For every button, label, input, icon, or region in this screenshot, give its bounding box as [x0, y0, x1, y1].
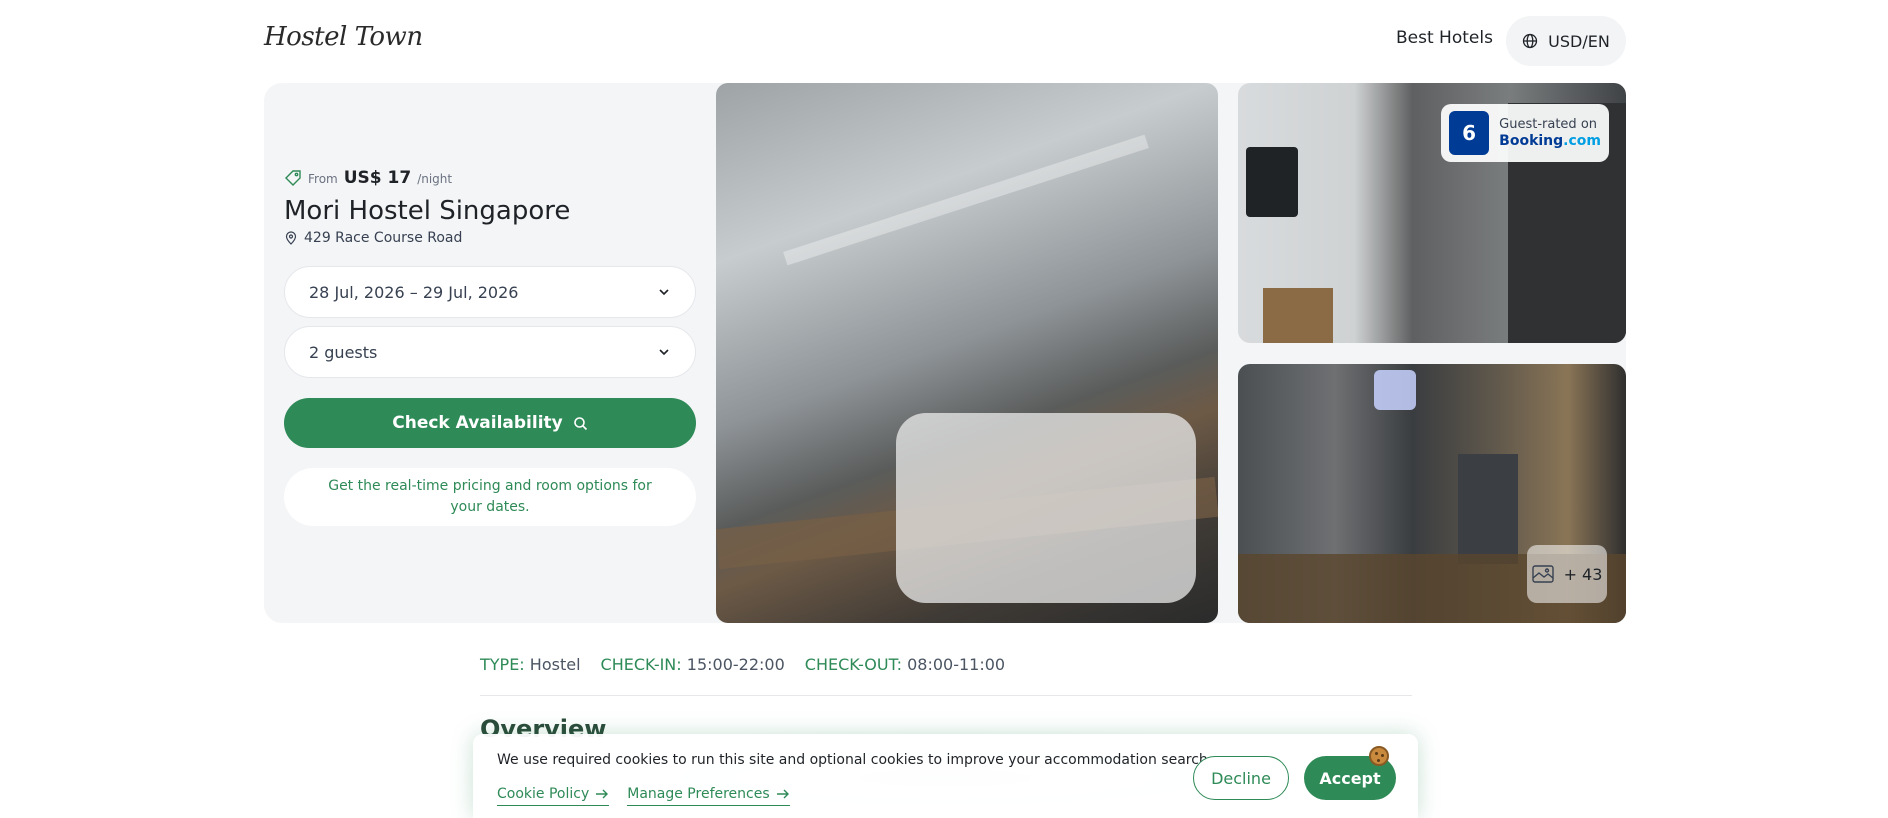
checkout-value: 08:00-11:00 — [907, 655, 1006, 674]
checkout-label: CHECK-OUT: — [804, 655, 902, 674]
globe-icon — [1523, 33, 1538, 49]
cookie-links: Cookie Policy Manage Preferences — [497, 786, 790, 806]
price-tag-icon — [285, 170, 301, 186]
check-availability-button[interactable]: Check Availability — [284, 398, 696, 448]
photo-detail — [1374, 370, 1416, 410]
image-gallery-icon — [1531, 565, 1554, 583]
guests-value: 2 guests — [309, 342, 378, 362]
cookie-policy-link[interactable]: Cookie Policy — [497, 786, 610, 806]
manage-preferences-link[interactable]: Manage Preferences — [627, 786, 790, 806]
best-hotels-link[interactable]: Best Hotels — [1396, 28, 1493, 48]
view-all-photos-button[interactable]: + 43 — [1527, 545, 1607, 603]
hotel-address: 429 Race Course Road — [284, 230, 696, 246]
booking-brand-suffix: .com — [1563, 133, 1601, 149]
currency-label: USD/EN — [1548, 31, 1610, 51]
checkout-detail: CHECK-OUT: 08:00-11:00 — [805, 655, 1005, 674]
photo-detail — [1263, 288, 1333, 343]
cookie-icon — [1369, 746, 1389, 766]
rating-score: 6 — [1449, 111, 1490, 155]
checkin-value: 15:00-22:00 — [686, 655, 785, 674]
check-availability-label: Check Availability — [392, 413, 563, 433]
address-text: 429 Race Course Road — [304, 230, 463, 246]
photo-count-label: + 43 — [1563, 564, 1603, 584]
photo-detail — [1458, 454, 1518, 564]
rating-label: Guest-rated on — [1499, 117, 1598, 132]
type-value: Hostel — [529, 655, 581, 674]
section-divider — [480, 695, 1412, 696]
chevron-down-icon — [659, 349, 669, 356]
arrow-right-icon — [596, 789, 609, 799]
type-detail: TYPE: Hostel — [480, 655, 581, 674]
hotel-name: Mori Hostel Singapore — [284, 196, 571, 226]
date-range-value: 28 Jul, 2026 – 29 Jul, 2026 — [309, 282, 519, 302]
photo-detail — [783, 134, 1149, 266]
price-prefix: From — [308, 172, 338, 186]
site-logo[interactable]: Hostel Town — [264, 22, 423, 52]
manage-preferences-label: Manage Preferences — [627, 786, 770, 802]
chevron-down-icon — [659, 289, 669, 296]
arrow-right-icon — [776, 789, 789, 799]
price-amount: US$ 17 — [343, 168, 412, 188]
type-label: TYPE: — [480, 655, 525, 674]
pricing-info-note: Get the real-time pricing and room optio… — [284, 468, 696, 526]
property-details: TYPE: Hostel CHECK-IN: 15:00-22:00 CHECK… — [480, 655, 1005, 674]
price-line: From US$ 17 /night — [284, 168, 696, 188]
photo-detail — [896, 413, 1196, 603]
photo-detail — [1246, 147, 1298, 217]
decline-cookies-button[interactable]: Decline — [1193, 756, 1289, 800]
price-suffix: /night — [417, 172, 453, 186]
rating-text: Guest-rated on Booking.com — [1499, 116, 1601, 150]
main-hotel-photo[interactable] — [716, 83, 1218, 623]
cookie-message: We use required cookies to run this site… — [497, 752, 1213, 768]
cookie-policy-label: Cookie Policy — [497, 786, 590, 802]
booking-panel: From US$ 17 /night Mori Hostel Singapore… — [284, 168, 696, 526]
booking-brand-name: Booking — [1499, 133, 1564, 149]
currency-language-button[interactable]: USD/EN — [1506, 16, 1626, 66]
booking-logo: Booking.com — [1499, 133, 1601, 150]
guests-select[interactable]: 2 guests — [284, 326, 696, 378]
location-pin-icon — [285, 231, 297, 245]
date-range-select[interactable]: 28 Jul, 2026 – 29 Jul, 2026 — [284, 266, 696, 318]
checkin-label: CHECK-IN: — [600, 655, 682, 674]
cookie-consent-banner: We use required cookies to run this site… — [473, 734, 1418, 818]
booking-rating-badge: 6 Guest-rated on Booking.com — [1441, 104, 1609, 162]
search-icon — [573, 416, 587, 430]
checkin-detail: CHECK-IN: 15:00-22:00 — [601, 655, 785, 674]
